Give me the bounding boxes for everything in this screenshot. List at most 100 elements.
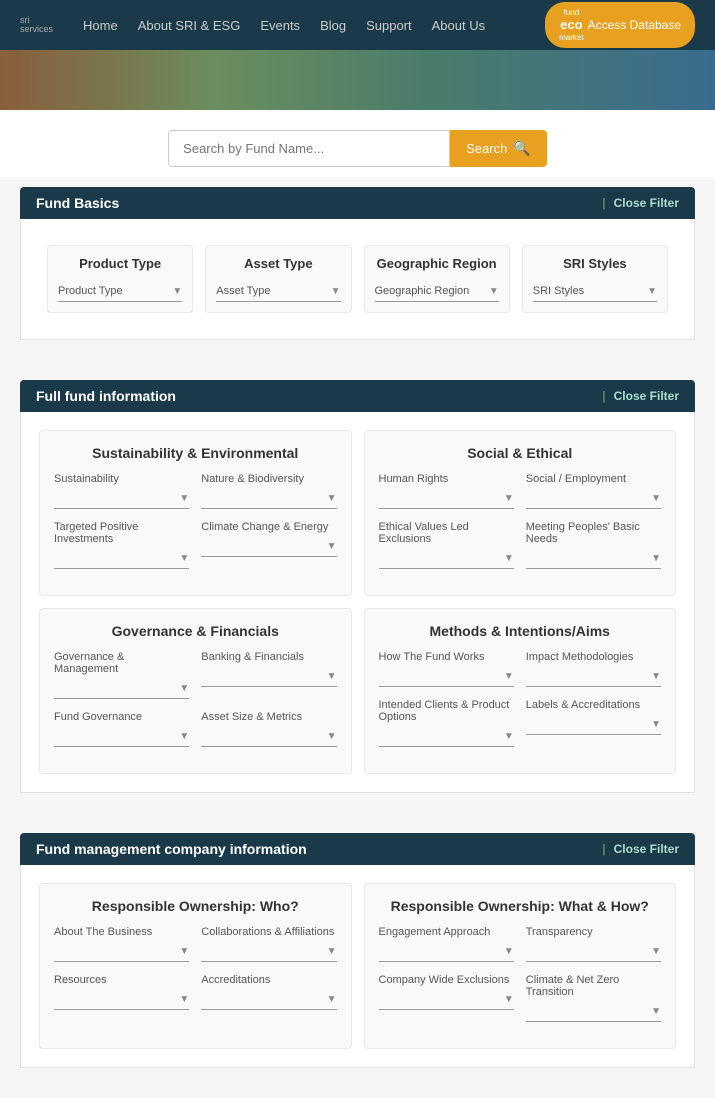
fund-management-close[interactable]: Close Filter (602, 842, 679, 856)
geographic-region-chevron: ▼ (489, 286, 499, 297)
ethical-exclusions-select[interactable]: ▼ (379, 549, 514, 569)
governance-title: Governance & Financials (54, 623, 337, 639)
asset-metrics-select[interactable]: ▼ (201, 727, 336, 747)
accreditations-select[interactable]: ▼ (201, 990, 336, 1010)
climate-energy-chevron: ▼ (327, 541, 337, 552)
banking-financials-dropdown: Banking & Financials ▼ (201, 651, 336, 699)
about-business-select[interactable]: ▼ (54, 942, 189, 962)
responsible-who-row-1: About The Business ▼ Collaborations & Af… (54, 926, 337, 962)
governance-row-2: Fund Governance ▼ Asset Size & Metrics ▼ (54, 711, 337, 747)
full-fund-title: Full fund information (36, 388, 176, 404)
governance-management-select[interactable]: ▼ (54, 679, 189, 699)
how-fund-works-dropdown: How The Fund Works ▼ (379, 651, 514, 687)
collaborations-chevron: ▼ (327, 946, 337, 957)
how-fund-works-select[interactable]: ▼ (379, 667, 514, 687)
collaborations-select[interactable]: ▼ (201, 942, 336, 962)
search-button-label: Search (466, 141, 507, 156)
human-rights-select[interactable]: ▼ (379, 489, 514, 509)
asset-type-dropdown[interactable]: Asset Type ▼ (216, 281, 340, 302)
labels-accreditations-dropdown: Labels & Accreditations ▼ (526, 699, 661, 747)
transparency-dropdown: Transparency ▼ (526, 926, 661, 962)
sustainability-title: Sustainability & Environmental (54, 445, 337, 461)
banking-financials-chevron: ▼ (327, 671, 337, 682)
sustainability-group: Sustainability & Environmental Sustainab… (39, 430, 352, 596)
social-employment-dropdown: Social / Employment ▼ (526, 473, 661, 509)
nav-support[interactable]: Support (366, 18, 412, 33)
fund-governance-select[interactable]: ▼ (54, 727, 189, 747)
geographic-region-dropdown[interactable]: Geographic Region ▼ (375, 281, 499, 302)
transparency-select[interactable]: ▼ (526, 942, 661, 962)
responsible-what-row-1: Engagement Approach ▼ Transparency ▼ (379, 926, 662, 962)
nature-biodiversity-select[interactable]: ▼ (201, 489, 336, 509)
sri-styles-dropdown[interactable]: SRI Styles ▼ (533, 281, 657, 302)
methods-row-1: How The Fund Works ▼ Impact Methodologie… (379, 651, 662, 687)
sri-styles-title: SRI Styles (533, 256, 657, 271)
fund-basics-close[interactable]: Close Filter (602, 196, 679, 210)
social-row-2: Ethical Values Led Exclusions ▼ Meeting … (379, 521, 662, 569)
nav-events[interactable]: Events (260, 18, 300, 33)
climate-energy-label: Climate Change & Energy (201, 521, 336, 533)
ethical-exclusions-chevron: ▼ (504, 553, 514, 564)
ethical-exclusions-dropdown: Ethical Values Led Exclusions ▼ (379, 521, 514, 569)
about-business-label: About The Business (54, 926, 189, 938)
banking-financials-label: Banking & Financials (201, 651, 336, 663)
company-exclusions-select[interactable]: ▼ (379, 990, 514, 1010)
impact-methodologies-chevron: ▼ (651, 671, 661, 682)
basic-needs-select[interactable]: ▼ (526, 549, 661, 569)
search-input[interactable] (169, 131, 449, 166)
resources-dropdown: Resources ▼ (54, 974, 189, 1010)
responsible-what-title: Responsible Ownership: What & How? (379, 898, 662, 914)
nav-about-sri[interactable]: About SRI & ESG (138, 18, 241, 33)
nav-home[interactable]: Home (83, 18, 118, 33)
sustainability-dropdown: Sustainability ▼ (54, 473, 189, 509)
social-ethical-group: Social & Ethical Human Rights ▼ Social /… (364, 430, 677, 596)
search-button[interactable]: Search 🔍 (450, 130, 547, 167)
company-exclusions-dropdown: Company Wide Exclusions ▼ (379, 974, 514, 1022)
engagement-approach-select[interactable]: ▼ (379, 942, 514, 962)
nav-links: Home About SRI & ESG Events Blog Support… (83, 18, 545, 33)
nature-biodiversity-label: Nature & Biodiversity (201, 473, 336, 485)
full-fund-close[interactable]: Close Filter (602, 389, 679, 403)
sustainability-select[interactable]: ▼ (54, 489, 189, 509)
transparency-label: Transparency (526, 926, 661, 938)
hero-image-bar (0, 50, 715, 110)
fund-governance-dropdown: Fund Governance ▼ (54, 711, 189, 747)
banking-financials-select[interactable]: ▼ (201, 667, 336, 687)
responsible-what-row-2: Company Wide Exclusions ▼ Climate & Net … (379, 974, 662, 1022)
eco-fund-label: fund (564, 8, 580, 18)
asset-type-chevron: ▼ (331, 286, 341, 297)
fund-governance-label: Fund Governance (54, 711, 189, 723)
responsible-who-title: Responsible Ownership: Who? (54, 898, 337, 914)
impact-methodologies-select[interactable]: ▼ (526, 667, 661, 687)
product-type-dropdown[interactable]: Product Type ▼ (58, 281, 182, 302)
climate-net-zero-chevron: ▼ (651, 1006, 661, 1017)
climate-energy-select[interactable]: ▼ (201, 537, 336, 557)
impact-methodologies-label: Impact Methodologies (526, 651, 661, 663)
resources-select[interactable]: ▼ (54, 990, 189, 1010)
climate-net-zero-dropdown: Climate & Net Zero Transition ▼ (526, 974, 661, 1022)
fund-basics-header: Fund Basics Close Filter (20, 187, 695, 219)
climate-net-zero-select[interactable]: ▼ (526, 1002, 661, 1022)
targeted-investments-chevron: ▼ (179, 553, 189, 564)
company-exclusions-chevron: ▼ (504, 994, 514, 1005)
asset-type-title: Asset Type (216, 256, 340, 271)
basics-asset-type: Asset Type Asset Type ▼ (205, 245, 351, 313)
asset-metrics-label: Asset Size & Metrics (201, 711, 336, 723)
labels-accreditations-chevron: ▼ (651, 719, 661, 730)
eco-access-button[interactable]: fund eco market Access Database (545, 2, 695, 49)
fund-management-content: Responsible Ownership: Who? About The Bu… (20, 865, 695, 1068)
social-employment-select[interactable]: ▼ (526, 489, 661, 509)
nav-about-us[interactable]: About Us (432, 18, 485, 33)
targeted-investments-select[interactable]: ▼ (54, 549, 189, 569)
how-fund-works-label: How The Fund Works (379, 651, 514, 663)
nav-blog[interactable]: Blog (320, 18, 346, 33)
labels-accreditations-select[interactable]: ▼ (526, 715, 661, 735)
eco-access-text: Access Database (588, 18, 681, 32)
accreditations-chevron: ▼ (327, 994, 337, 1005)
basic-needs-label: Meeting Peoples' Basic Needs (526, 521, 661, 545)
fund-management-header: Fund management company information Clos… (20, 833, 695, 865)
labels-accreditations-label: Labels & Accreditations (526, 699, 661, 711)
sri-styles-value: SRI Styles (533, 285, 584, 297)
intended-clients-select[interactable]: ▼ (379, 727, 514, 747)
nature-biodiversity-dropdown: Nature & Biodiversity ▼ (201, 473, 336, 509)
